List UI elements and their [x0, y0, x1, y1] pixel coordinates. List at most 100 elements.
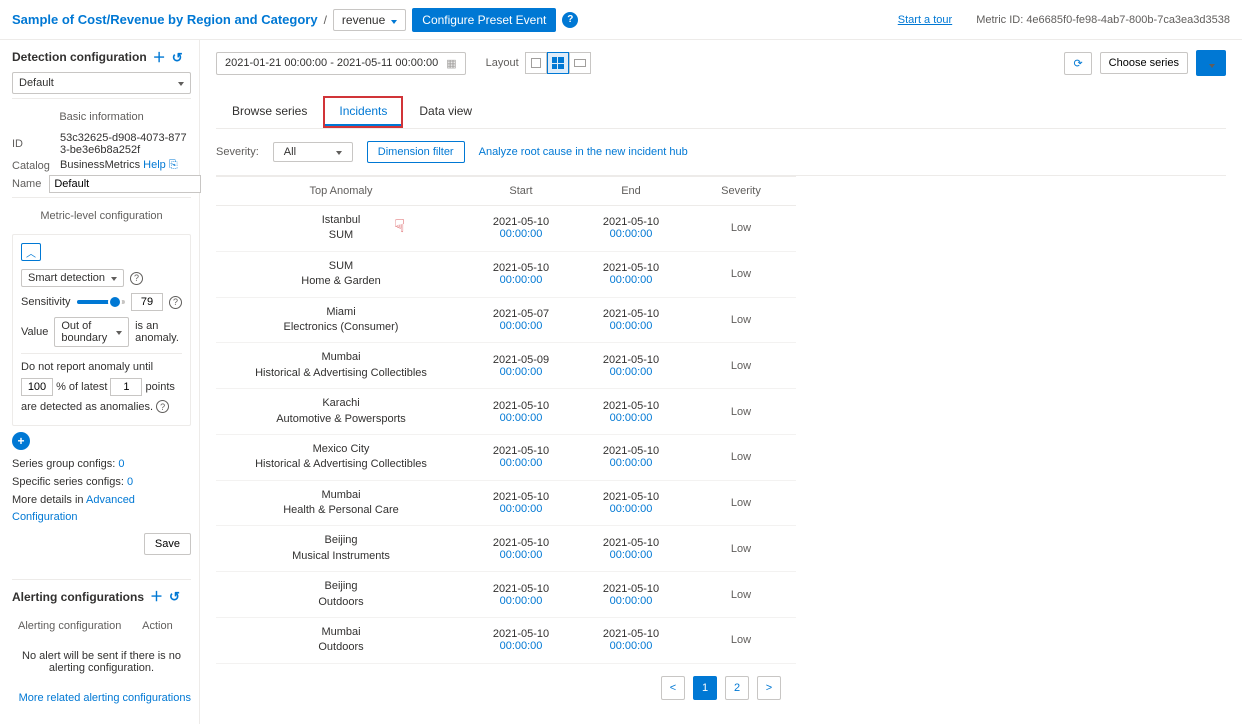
page-2[interactable]: 2 [725, 676, 749, 700]
layout-control: Layout [486, 52, 591, 74]
help-link[interactable]: Help [143, 159, 166, 171]
name-row: Name [12, 175, 191, 193]
history-icon[interactable]: ↺ [172, 51, 183, 64]
basic-info-header: Basic information [12, 103, 191, 129]
pagination: < 1 2 > [216, 664, 1226, 712]
detection-config-title: Detection configuration [12, 50, 147, 64]
layout-wide[interactable] [569, 52, 591, 74]
tab-incidents-highlight: Incidents [323, 96, 403, 128]
page-next[interactable]: > [757, 676, 781, 700]
table-row[interactable]: SUMHome & Garden 2021-05-1000:00:00 2021… [216, 251, 796, 297]
layout-single[interactable] [525, 52, 547, 74]
col-start: Start [466, 177, 576, 206]
metric-config-box: ︿ Smart detection ? Sensitivity ? Value … [12, 234, 191, 426]
metric-dropdown-label: revenue [342, 13, 385, 27]
header-right: Start a tour Metric ID: 4e6685f0-fe98-4a… [898, 14, 1230, 26]
detection-method-select[interactable]: Smart detection [21, 269, 124, 287]
metric-id: Metric ID: 4e6685f0-fe98-4ab7-800b-7ca3e… [976, 14, 1230, 26]
config-select-value: Default [19, 77, 54, 89]
date-range-picker[interactable]: 2021-01-21 00:00:00 - 2021-05-11 00:00:0… [216, 52, 466, 75]
table-row[interactable]: BeijingMusical Instruments 2021-05-1000:… [216, 526, 796, 572]
points-input[interactable] [110, 378, 142, 396]
history-icon[interactable]: ↺ [169, 590, 180, 603]
alerting-header: Alerting configurations ＋ ↺ [12, 590, 191, 604]
table-row[interactable]: IstanbulSUM 2021-05-1000:00:00 2021-05-1… [216, 206, 796, 252]
alert-col-action: Action [138, 614, 189, 638]
alert-col-config: Alerting configuration [14, 614, 136, 638]
layout-label: Layout [486, 57, 519, 69]
main-tabs: Browse series Incidents Data view [216, 96, 1226, 129]
tab-browse-series[interactable]: Browse series [216, 96, 323, 128]
tab-data-view[interactable]: Data view [403, 96, 488, 128]
page-prev[interactable]: < [661, 676, 685, 700]
col-top-anomaly: Top Anomaly [216, 177, 466, 206]
main: Detection configuration ＋ ↺ Default Basi… [0, 40, 1242, 724]
detection-config-header: Detection configuration ＋ ↺ [12, 50, 191, 64]
value-label: Value [21, 326, 48, 338]
toolbar: 2021-01-21 00:00:00 - 2021-05-11 00:00:0… [216, 50, 1226, 76]
specific-series-link[interactable]: 0 [127, 476, 133, 488]
help-icon[interactable]: ? [169, 296, 182, 309]
table-row[interactable]: Mexico CityHistorical & Advertising Coll… [216, 434, 796, 480]
more-alerting-link[interactable]: More related alerting configurations [12, 692, 191, 704]
help-icon[interactable]: ? [562, 12, 578, 28]
page-header: Sample of Cost/Revenue by Region and Cat… [0, 0, 1242, 40]
alerting-title: Alerting configurations [12, 590, 144, 604]
no-alert-message: No alert will be sent if there is no ale… [14, 640, 189, 684]
sensitivity-input[interactable] [131, 293, 163, 311]
dimension-filter-button[interactable]: Dimension filter [367, 141, 465, 163]
threshold-sentence: Do not report anomaly until % of latest … [21, 358, 182, 417]
table-row[interactable]: MumbaiHistorical & Advertising Collectib… [216, 343, 796, 389]
link-icon: ⎘ [169, 159, 178, 171]
help-icon[interactable]: ? [156, 400, 169, 413]
series-group-link[interactable]: 0 [118, 458, 124, 470]
page-title[interactable]: Sample of Cost/Revenue by Region and Cat… [12, 12, 318, 27]
choose-series-button[interactable]: Choose series [1100, 52, 1188, 74]
expand-button[interactable] [1196, 50, 1226, 76]
refresh-button[interactable]: ⟳ [1064, 52, 1091, 75]
incidents-table: Top Anomaly Start End Severity IstanbulS… [216, 176, 796, 664]
anomaly-suffix: is an anomaly. [135, 320, 182, 344]
layout-grid[interactable] [547, 52, 569, 74]
metric-config-header: Metric-level configuration [12, 202, 191, 228]
configure-preset-button[interactable]: Configure Preset Event [412, 8, 556, 32]
header-left: Sample of Cost/Revenue by Region and Cat… [12, 8, 578, 32]
boundary-select[interactable]: Out of boundary [54, 317, 129, 347]
name-input[interactable] [49, 175, 201, 193]
filters-row: Severity: All Dimension filter Analyze r… [216, 129, 1226, 176]
analyze-root-cause-link[interactable]: Analyze root cause in the new incident h… [479, 146, 688, 158]
alert-table: Alerting configurationAction No alert wi… [12, 612, 191, 686]
config-summary: Series group configs: 0 Specific series … [12, 456, 191, 526]
incidents-table-wrap: Top Anomaly Start End Severity IstanbulS… [216, 176, 1226, 664]
breadcrumb-separator: / [324, 13, 327, 27]
sensitivity-slider[interactable] [77, 300, 125, 304]
tab-incidents[interactable]: Incidents [325, 98, 401, 126]
catalog-row: CatalogBusinessMetrics Help ⎘ [12, 159, 191, 172]
percent-input[interactable] [21, 378, 53, 396]
id-row: ID53c32625-d908-4073-8773-be3e6b8a252f [12, 132, 191, 156]
sidebar: Detection configuration ＋ ↺ Default Basi… [0, 40, 200, 724]
table-row[interactable]: KarachiAutomotive & Powersports 2021-05-… [216, 389, 796, 435]
calendar-icon: ▦ [446, 57, 456, 70]
config-select[interactable]: Default [12, 72, 191, 94]
table-row[interactable]: MumbaiHealth & Personal Care 2021-05-100… [216, 480, 796, 526]
severity-select[interactable]: All [273, 142, 353, 162]
add-button[interactable]: + [12, 432, 30, 450]
col-end: End [576, 177, 686, 206]
save-button[interactable]: Save [144, 533, 191, 555]
table-row[interactable]: MiamiElectronics (Consumer) 2021-05-0700… [216, 297, 796, 343]
page-1[interactable]: 1 [693, 676, 717, 700]
col-severity: Severity [686, 177, 796, 206]
severity-label: Severity: [216, 146, 259, 158]
table-row[interactable]: BeijingOutdoors 2021-05-1000:00:00 2021-… [216, 572, 796, 618]
metric-dropdown[interactable]: revenue [333, 9, 406, 31]
table-row[interactable]: MumbaiOutdoors 2021-05-1000:00:00 2021-0… [216, 618, 796, 664]
collapse-icon[interactable]: ︿ [21, 243, 41, 261]
sensitivity-label: Sensitivity [21, 296, 71, 308]
date-range-value: 2021-01-21 00:00:00 - 2021-05-11 00:00:0… [225, 57, 438, 69]
add-config-icon[interactable]: ＋ [153, 51, 166, 64]
content: 2021-01-21 00:00:00 - 2021-05-11 00:00:0… [200, 40, 1242, 724]
help-icon[interactable]: ? [130, 272, 143, 285]
start-tour-link[interactable]: Start a tour [898, 14, 952, 26]
add-alert-icon[interactable]: ＋ [150, 590, 163, 603]
